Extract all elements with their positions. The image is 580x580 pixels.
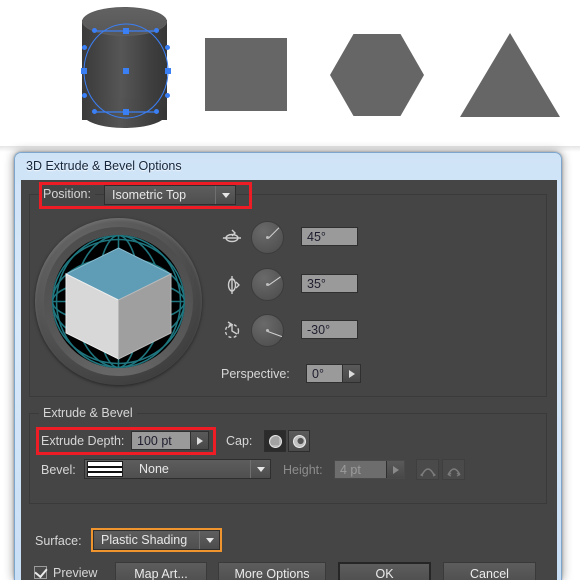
surface-value: Plastic Shading — [101, 533, 188, 547]
bevel-extent-out-button — [416, 459, 439, 480]
rotate-y-icon — [221, 274, 243, 296]
path-anchor[interactable] — [165, 68, 171, 74]
surface-label: Surface: — [35, 534, 82, 548]
rotate-x-value: 45° — [307, 229, 326, 244]
path-anchor[interactable] — [82, 93, 87, 98]
bevel-none-swatch-icon — [87, 461, 123, 477]
rotate-z-dial[interactable] — [251, 314, 284, 347]
triangle-shape[interactable] — [460, 33, 560, 117]
hexagon-shape[interactable] — [330, 34, 424, 116]
preview-checkbox[interactable] — [34, 564, 48, 579]
chevron-down-icon[interactable] — [216, 186, 235, 204]
ok-button[interactable]: OK — [338, 562, 431, 580]
path-anchor[interactable] — [81, 68, 87, 74]
square-shape[interactable] — [205, 38, 287, 111]
rotate-z-icon — [221, 320, 243, 342]
rotation-track-widget[interactable] — [35, 218, 202, 385]
path-center-anchor[interactable] — [123, 68, 129, 74]
path-anchor[interactable] — [92, 109, 97, 114]
rotate-y-dial[interactable] — [251, 268, 284, 301]
bevel-value: None — [139, 462, 169, 476]
position-preset-dropdown[interactable]: Isometric Top — [104, 185, 236, 205]
bevel-label: Bevel: — [41, 463, 76, 477]
solid-cap-icon — [268, 434, 282, 448]
path-anchor[interactable] — [123, 28, 129, 34]
illustrator-artboard — [0, 0, 580, 152]
solid-cap-button[interactable] — [264, 430, 286, 452]
hollow-cap-icon — [292, 434, 306, 448]
selection-path-overlay[interactable] — [74, 5, 179, 135]
perspective-stepper-button[interactable] — [342, 365, 360, 382]
preview-label: Preview — [53, 566, 98, 580]
cap-label: Cap: — [226, 434, 253, 448]
dialog-titlebar[interactable]: 3D Extrude & Bevel Options — [15, 153, 561, 181]
more-options-button[interactable]: More Options — [218, 562, 326, 580]
bevel-extent-in-icon — [446, 467, 461, 477]
perspective-label: Perspective: — [221, 367, 290, 381]
track-sphere-area[interactable] — [52, 235, 185, 368]
path-anchor[interactable] — [92, 28, 97, 33]
rotate-x-input[interactable]: 45° — [301, 227, 358, 246]
chevron-down-icon[interactable] — [251, 460, 270, 478]
dialog-title: 3D Extrude & Bevel Options — [26, 159, 182, 173]
bevel-extent-out-icon — [419, 467, 436, 477]
map-art-button[interactable]: Map Art... — [115, 562, 207, 580]
hollow-cap-button[interactable] — [288, 430, 310, 452]
dialog-body: Position: Isometric Top 45° 35° -30° Per… — [21, 180, 557, 580]
bevel-height-value: 4 pt — [340, 462, 361, 477]
path-anchor[interactable] — [165, 45, 170, 50]
bevel-height-input: 4 pt — [334, 460, 405, 479]
position-label: Position: — [39, 187, 95, 201]
rotate-x-icon — [221, 227, 243, 249]
chevron-down-icon[interactable] — [200, 531, 219, 549]
cancel-button[interactable]: Cancel — [443, 562, 536, 580]
rotate-x-dial[interactable] — [251, 221, 284, 254]
check-icon — [34, 564, 48, 579]
rotate-y-input[interactable]: 35° — [301, 274, 358, 293]
rotate-z-value: -30° — [307, 322, 331, 337]
bevel-height-stepper-button — [386, 461, 404, 478]
extrude-depth-input[interactable]: 100 pt — [131, 431, 209, 450]
path-anchor[interactable] — [123, 109, 129, 115]
position-preset-value: Isometric Top — [112, 188, 187, 202]
extrude-depth-value: 100 pt — [137, 433, 172, 448]
screenshot-root: 3D Extrude & Bevel Options Position: Iso… — [0, 0, 580, 580]
path-anchor[interactable] — [154, 109, 159, 114]
path-anchor[interactable] — [154, 28, 159, 33]
bevel-height-label: Height: — [283, 463, 323, 477]
bevel-dropdown[interactable]: None — [84, 459, 271, 479]
track-grid-and-cube — [52, 235, 185, 368]
extrude-depth-stepper-button[interactable] — [190, 432, 208, 449]
3d-extrude-bevel-dialog: 3D Extrude & Bevel Options Position: Iso… — [14, 152, 562, 580]
path-anchor[interactable] — [82, 45, 87, 50]
bevel-extent-in-button — [442, 459, 465, 480]
path-anchor[interactable] — [165, 93, 170, 98]
perspective-input[interactable]: 0° — [306, 364, 361, 383]
rotate-y-value: 35° — [307, 276, 326, 291]
perspective-value: 0° — [312, 366, 324, 381]
surface-dropdown[interactable]: Plastic Shading — [93, 530, 220, 550]
extrude-depth-label: Extrude Depth: — [41, 434, 125, 448]
rotate-z-input[interactable]: -30° — [301, 320, 358, 339]
extrude-bevel-legend: Extrude & Bevel — [39, 406, 137, 420]
